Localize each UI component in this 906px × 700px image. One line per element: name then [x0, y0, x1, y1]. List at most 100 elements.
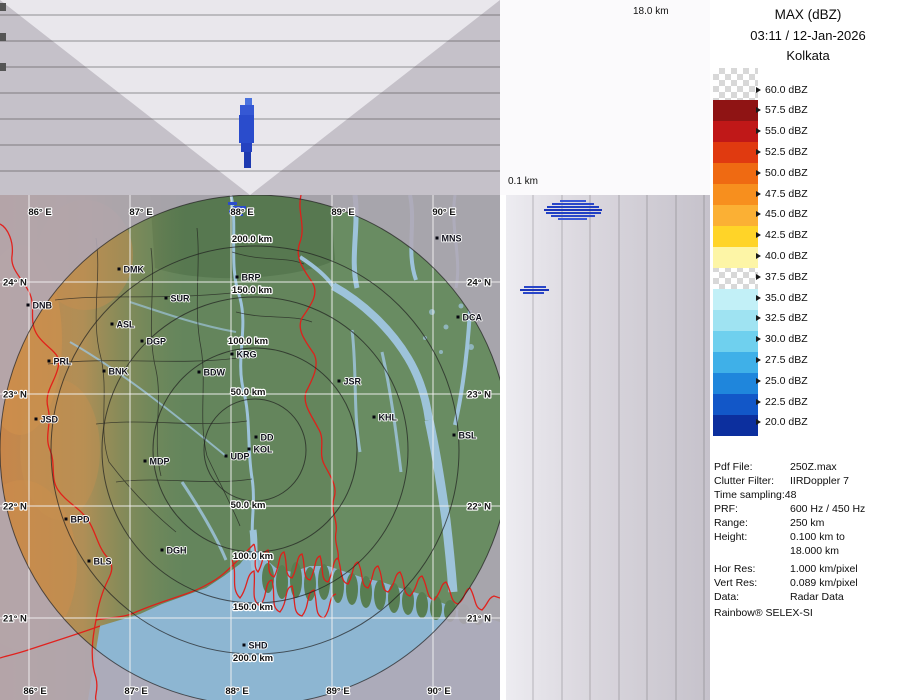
city-dot: [141, 340, 144, 343]
dbz-scale-label: 60.0 dBZ: [756, 82, 808, 97]
reflectivity-echo: [546, 212, 601, 214]
dbz-scale-label: 27.5 dBZ: [756, 352, 808, 367]
lat-label: 23° N: [3, 390, 27, 401]
city-label: BDW: [204, 368, 226, 378]
dbz-scale-label: 57.5 dBZ: [756, 103, 808, 118]
city-dot: [453, 434, 456, 437]
dbz-band-60.0: [713, 68, 758, 100]
scale-arrow-icon: [756, 399, 761, 405]
reflectivity-echo: [523, 292, 544, 294]
dbz-band-57.5: [713, 100, 758, 121]
city-label: DD: [261, 433, 274, 443]
scale-arrow-icon: [756, 336, 761, 342]
software-name: Rainbow® SELEX-SI: [714, 607, 813, 619]
range-ring-label: 150.0 km: [232, 285, 272, 296]
dbz-band-42.5: [713, 226, 758, 247]
dbz-scale-label: 50.0 dBZ: [756, 165, 808, 180]
reflectivity-echo: [551, 215, 595, 217]
scale-arrow-icon: [756, 315, 761, 321]
radar-app-window: 18.0 km 0.1 km: [0, 0, 906, 700]
lon-label: 88° E: [225, 686, 248, 697]
lon-label: 89° E: [326, 686, 349, 697]
scale-arrow-icon: [756, 274, 761, 280]
dbz-band-22.5: [713, 394, 758, 415]
city-label: ASL: [117, 320, 136, 330]
scale-arrow-icon: [756, 107, 761, 113]
city-dot: [118, 268, 121, 271]
dbz-band-32.5: [713, 310, 758, 331]
city-label: DMK: [124, 265, 145, 275]
metadata-row: Height:0.100 km to: [714, 531, 865, 545]
reflectivity-echo: [544, 209, 602, 211]
city-dot: [236, 276, 239, 279]
city-label: DGP: [147, 337, 167, 347]
vertical-projection-top-panel: [0, 0, 500, 195]
metadata-row: 18.000 km: [714, 545, 865, 559]
metadata-row: Hor Res:1.000 km/pixel: [714, 563, 865, 577]
dbz-scale-label: 47.5 dBZ: [756, 186, 808, 201]
top-projection-canvas: [0, 0, 500, 195]
dbz-band-47.5: [713, 184, 758, 205]
lon-label: 88° E: [230, 207, 253, 218]
dbz-scale-label: 30.0 dBZ: [756, 332, 808, 347]
city-dot: [457, 316, 460, 319]
product-title: MAX (dBZ): [710, 7, 906, 22]
city-dot: [161, 549, 164, 552]
city-label: KHL: [379, 413, 398, 423]
dbz-band-35.0: [713, 289, 758, 310]
reflectivity-echo: [520, 289, 549, 291]
range-ring-label: 50.0 km: [231, 500, 266, 511]
reflectivity-echo: [244, 152, 251, 168]
reflectivity-echo: [560, 200, 586, 202]
metadata-row: Vert Res:0.089 km/pixel: [714, 577, 865, 591]
city-label: PRL: [54, 357, 73, 367]
station-name: Kolkata: [710, 48, 906, 63]
scale-arrow-icon: [756, 378, 761, 384]
scale-arrow-icon: [756, 419, 761, 425]
dbz-scale-label: 20.0 dBZ: [756, 415, 808, 430]
lon-label: 86° E: [28, 207, 51, 218]
dbz-colorbar: [713, 68, 758, 436]
side-projection-canvas: [506, 195, 710, 700]
dbz-band-37.5: [713, 268, 758, 289]
lon-label: 89° E: [331, 207, 354, 218]
city-label: BNK: [109, 367, 129, 377]
dbz-scale-label: 45.0 dBZ: [756, 207, 808, 222]
dbz-scale-label: 37.5 dBZ: [756, 269, 808, 284]
scale-arrow-icon: [756, 128, 761, 134]
lat-label: 21° N: [467, 614, 491, 625]
city-label: JSD: [41, 415, 59, 425]
dbz-band-50.0: [713, 163, 758, 184]
scale-arrow-icon: [756, 357, 761, 363]
axis-max-height-label: 18.0 km: [633, 6, 669, 17]
city-label: KRG: [237, 350, 257, 360]
city-dot: [373, 416, 376, 419]
lat-label: 24° N: [3, 278, 27, 289]
range-ring-label: 100.0 km: [228, 336, 268, 347]
reflectivity-echo: [245, 98, 252, 105]
lon-label: 87° E: [129, 207, 152, 218]
lat-label: 22° N: [467, 502, 491, 513]
height-axis-corner-panel: 18.0 km 0.1 km: [500, 0, 710, 195]
lon-label: 90° E: [427, 686, 450, 697]
city-dot: [231, 353, 234, 356]
dbz-band-45.0: [713, 205, 758, 226]
city-label: BRP: [242, 273, 261, 283]
dbz-scale-label: 42.5 dBZ: [756, 228, 808, 243]
city-dot: [255, 436, 258, 439]
city-label: BLS: [94, 557, 112, 567]
range-ring-label: 200.0 km: [232, 234, 272, 245]
city-dot: [225, 455, 228, 458]
dbz-scale-label: 25.0 dBZ: [756, 373, 808, 388]
dbz-band-55.0: [713, 121, 758, 142]
metadata-row: Range:250 km: [714, 517, 865, 531]
city-label: DCA: [463, 313, 483, 323]
lat-label: 22° N: [3, 502, 27, 513]
city-label: MDP: [150, 457, 170, 467]
range-ring-label: 150.0 km: [233, 602, 273, 613]
range-ring-label: 100.0 km: [233, 551, 273, 562]
city-dot: [111, 323, 114, 326]
lat-label: 21° N: [3, 614, 27, 625]
product-datetime: 03:11 / 12-Jan-2026: [710, 28, 906, 43]
lon-label: 87° E: [124, 686, 147, 697]
